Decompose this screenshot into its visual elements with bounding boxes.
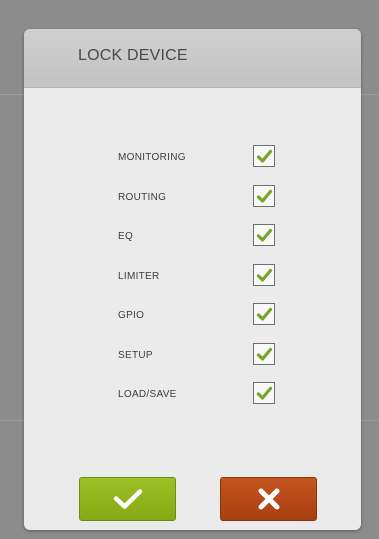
check-icon <box>256 149 273 163</box>
option-row-eq: EQ <box>24 221 361 261</box>
limiter-checkbox[interactable] <box>253 263 275 286</box>
gpio-checkbox[interactable] <box>253 303 275 325</box>
option-label: SETUP <box>118 349 153 361</box>
check-icon <box>256 268 273 282</box>
check-icon <box>256 347 273 361</box>
load-save-checkbox[interactable] <box>253 382 275 404</box>
option-label: ROUTING <box>118 191 167 203</box>
option-label: LIMITER <box>118 270 160 282</box>
check-icon <box>256 189 273 203</box>
option-label: LOAD/SAVE <box>118 389 177 400</box>
option-row-routing: ROUTING <box>24 182 361 222</box>
option-label: MONITORING <box>118 152 186 163</box>
check-icon <box>256 228 273 242</box>
x-icon <box>258 488 279 510</box>
option-row-setup: SETUP <box>24 340 361 380</box>
dialog-title: LOCK DEVICE <box>78 47 188 64</box>
monitoring-checkbox[interactable] <box>253 145 275 167</box>
dialog-header: LOCK DEVICE <box>24 29 361 88</box>
routing-checkbox[interactable] <box>253 184 275 207</box>
setup-checkbox[interactable] <box>253 342 275 365</box>
check-icon <box>256 386 273 400</box>
option-row-load-save: LOAD/SAVE <box>24 379 361 419</box>
confirm-button[interactable] <box>79 477 176 521</box>
option-row-monitoring: MONITORING <box>24 142 361 182</box>
check-icon <box>113 489 142 509</box>
option-row-limiter: LIMITER <box>24 261 361 301</box>
lock-device-dialog: LOCK DEVICE MONITORING ROUTING EQ LIMITE… <box>24 29 361 530</box>
option-label: EQ <box>118 231 134 242</box>
option-label: GPIO <box>118 310 145 321</box>
check-icon <box>256 307 273 321</box>
eq-checkbox[interactable] <box>253 224 275 246</box>
lock-options-list: MONITORING ROUTING EQ LIMITER GPIO SETUP… <box>24 142 361 419</box>
cancel-button[interactable] <box>220 477 317 521</box>
option-row-gpio: GPIO <box>24 300 361 340</box>
